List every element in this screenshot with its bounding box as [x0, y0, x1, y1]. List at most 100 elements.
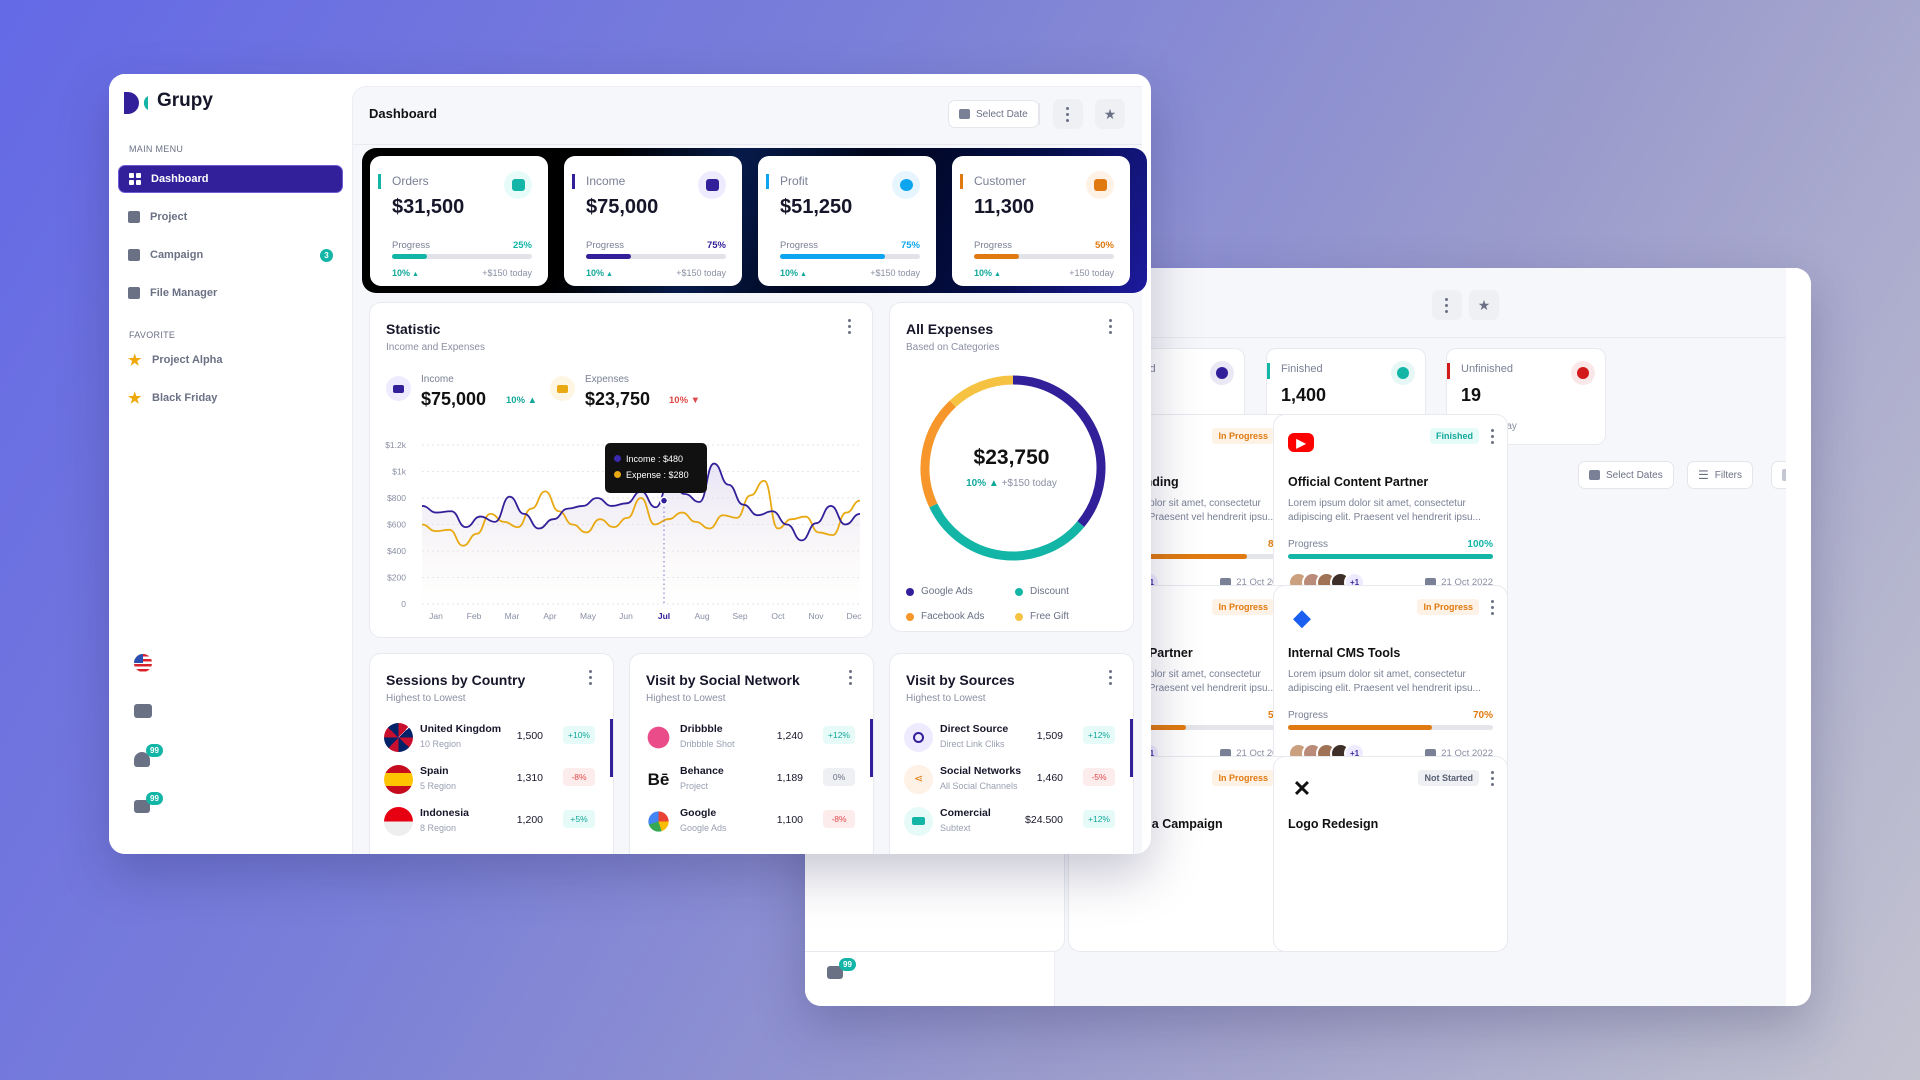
status-badge: In Progress — [1212, 599, 1274, 615]
item-value: 1,189 — [776, 772, 803, 784]
more-options-icon[interactable] — [1491, 600, 1495, 615]
sidebar-item-black-friday[interactable]: ★ Black Friday — [118, 384, 343, 412]
kpi-change: 10% ▲ — [974, 268, 1001, 278]
main-menu-label: MAIN MENU — [129, 144, 184, 154]
stat-value: 19 — [1461, 385, 1482, 405]
panel-scrollbar[interactable] — [1130, 719, 1133, 777]
list-item[interactable]: Comercial Subtext $24.500 +12% — [904, 804, 1115, 838]
item-value: 1,509 — [1036, 730, 1063, 742]
donut-slice-free-gift[interactable] — [949, 375, 1014, 408]
x-tick-label: Sep — [732, 611, 747, 621]
item-name: Indonesia — [420, 807, 470, 819]
list-item[interactable]: Indonesia 8 Region 1,200 +5% — [384, 804, 595, 838]
project-card[interactable]: ◆ In Progress Internal CMS Tools Lorem ipsu… — [1273, 585, 1508, 781]
kpi-accent-bar — [960, 174, 963, 189]
list-item[interactable]: Google Google Ads 1,100 -8% — [644, 804, 855, 838]
favorite-button[interactable]: ★ — [1469, 290, 1499, 320]
progress-fill — [392, 254, 427, 259]
panel-title: Visit by Social Network — [646, 672, 800, 688]
kpi-card-customer[interactable]: Customer 11,300 Progress 50% 10% ▲ +150 today — [952, 156, 1130, 286]
project-card[interactable]: ✕ Not Started Logo Redesign — [1273, 756, 1508, 952]
clock-check-icon — [1391, 361, 1415, 385]
kpi-card-profit[interactable]: Profit $51,250 Progress 75% 10% ▲ +$150 today — [758, 156, 936, 286]
more-options-button[interactable] — [1432, 290, 1462, 320]
list-item[interactable]: Direct Source Direct Link Cliks 1,509 +12% — [904, 720, 1115, 754]
progress-fill — [1288, 725, 1432, 730]
more-options-button[interactable] — [1053, 99, 1083, 129]
language-us-flag-icon[interactable] — [134, 654, 152, 672]
kpi-value: $51,250 — [780, 196, 853, 218]
progress-fill — [1288, 554, 1493, 559]
income-card-icon — [386, 376, 411, 401]
stat-label: Finished — [1281, 363, 1323, 375]
sliders-icon: ☰ — [1698, 468, 1709, 482]
select-date-button[interactable]: Select Date — [948, 100, 1039, 128]
sidebar-item-dashboard[interactable]: Dashboard — [118, 165, 343, 193]
more-options-icon[interactable] — [589, 670, 593, 685]
legend-item[interactable]: Free Gift — [1015, 611, 1069, 622]
more-options-icon[interactable] — [1109, 319, 1113, 334]
list-item[interactable]: ⋖ Social Networks All Social Channels 1,460… — [904, 762, 1115, 796]
status-badge: In Progress — [1417, 599, 1479, 615]
more-options-icon[interactable] — [1109, 670, 1113, 685]
favorite-button[interactable]: ★ — [1095, 99, 1125, 129]
item-value: $24.500 — [1025, 814, 1063, 826]
item-value: 1,240 — [776, 730, 803, 742]
projects-header: ★ +Add Project — [1055, 268, 1811, 338]
wallet-icon — [698, 171, 726, 199]
progress-value: 75% — [706, 240, 726, 251]
sidebar-item-file-manager[interactable]: File Manager — [118, 279, 343, 307]
project-description: Lorem ipsum dolor sit amet, consectetur a… — [1288, 498, 1481, 523]
legend-swatch — [1015, 587, 1023, 596]
legend-item[interactable]: Google Ads — [906, 586, 973, 597]
messages-button[interactable]: 99 — [134, 792, 163, 813]
change-badge: 0% — [823, 768, 855, 786]
donut-slice-discount[interactable] — [929, 503, 1085, 561]
list-item[interactable]: United Kingdom 10 Region 1,500 +10% — [384, 720, 595, 754]
legend-item[interactable]: Discount — [1015, 586, 1069, 597]
progress-value: 70% — [1472, 710, 1493, 721]
panel-title: Sessions by Country — [386, 672, 526, 688]
item-value: 1,100 — [776, 814, 803, 826]
x-tick-label: Oct — [771, 611, 785, 621]
calendar-icon[interactable] — [134, 704, 152, 718]
kpi-card-orders[interactable]: Orders $31,500 Progress 25% 10% ▲ +$150 today — [370, 156, 548, 286]
sidebar-item-project[interactable]: Project — [118, 203, 343, 231]
change-badge: +12% — [1083, 810, 1115, 828]
more-options-icon[interactable] — [1491, 429, 1495, 444]
stat-accent-bar — [1447, 363, 1450, 379]
list-item[interactable]: Spain 5 Region 1,310 -8% — [384, 762, 595, 796]
y-tick-label: $1k — [392, 467, 406, 477]
project-card[interactable]: ▶ Finished Official Content Partner Lorem i… — [1273, 414, 1508, 610]
behance-icon: Bē — [644, 765, 673, 794]
panel-title: All Expenses — [906, 321, 994, 337]
y-tick-label: $800 — [387, 493, 406, 503]
sidebar-item-campaign[interactable]: Campaign 3 — [118, 241, 343, 269]
list-item[interactable]: Dribbble Dribbble Shot 1,240 +12% — [644, 720, 855, 754]
kpi-card-income[interactable]: Income $75,000 Progress 75% 10% ▲ +$150 today — [564, 156, 742, 286]
legend-label: Google Ads — [921, 586, 973, 597]
folder-icon — [128, 287, 140, 299]
panel-scrollbar[interactable] — [870, 719, 873, 777]
list-item[interactable]: Bē Behance Project 1,189 0% — [644, 762, 855, 796]
legend-swatch — [906, 612, 914, 621]
legend-item[interactable]: Facebook Ads — [906, 611, 984, 622]
panel-scrollbar[interactable] — [610, 719, 613, 777]
cart-icon — [504, 171, 532, 199]
more-options-icon[interactable] — [848, 319, 852, 334]
item-subtext: 10 Region — [420, 739, 462, 749]
status-badge: In Progress — [1212, 770, 1274, 786]
notifications-button[interactable]: 99 — [134, 744, 163, 767]
expense-change: 10% — [669, 395, 689, 406]
progress-value: 75% — [900, 240, 920, 251]
more-options-icon[interactable] — [1491, 771, 1495, 786]
panel-subtitle: Highest to Lowest — [386, 693, 466, 704]
sidebar-item-project-alpha[interactable]: ★ Project Alpha — [118, 346, 343, 374]
filters-button[interactable]: ☰ Filters — [1687, 461, 1753, 489]
more-options-icon[interactable] — [849, 670, 853, 685]
messages-button[interactable]: 99 — [827, 958, 856, 979]
kpi-change: 10% ▲ — [392, 268, 419, 278]
select-dates-button[interactable]: Select Dates — [1578, 461, 1674, 489]
status-badge: In Progress — [1212, 428, 1274, 444]
y-tick-label: $400 — [387, 546, 406, 556]
